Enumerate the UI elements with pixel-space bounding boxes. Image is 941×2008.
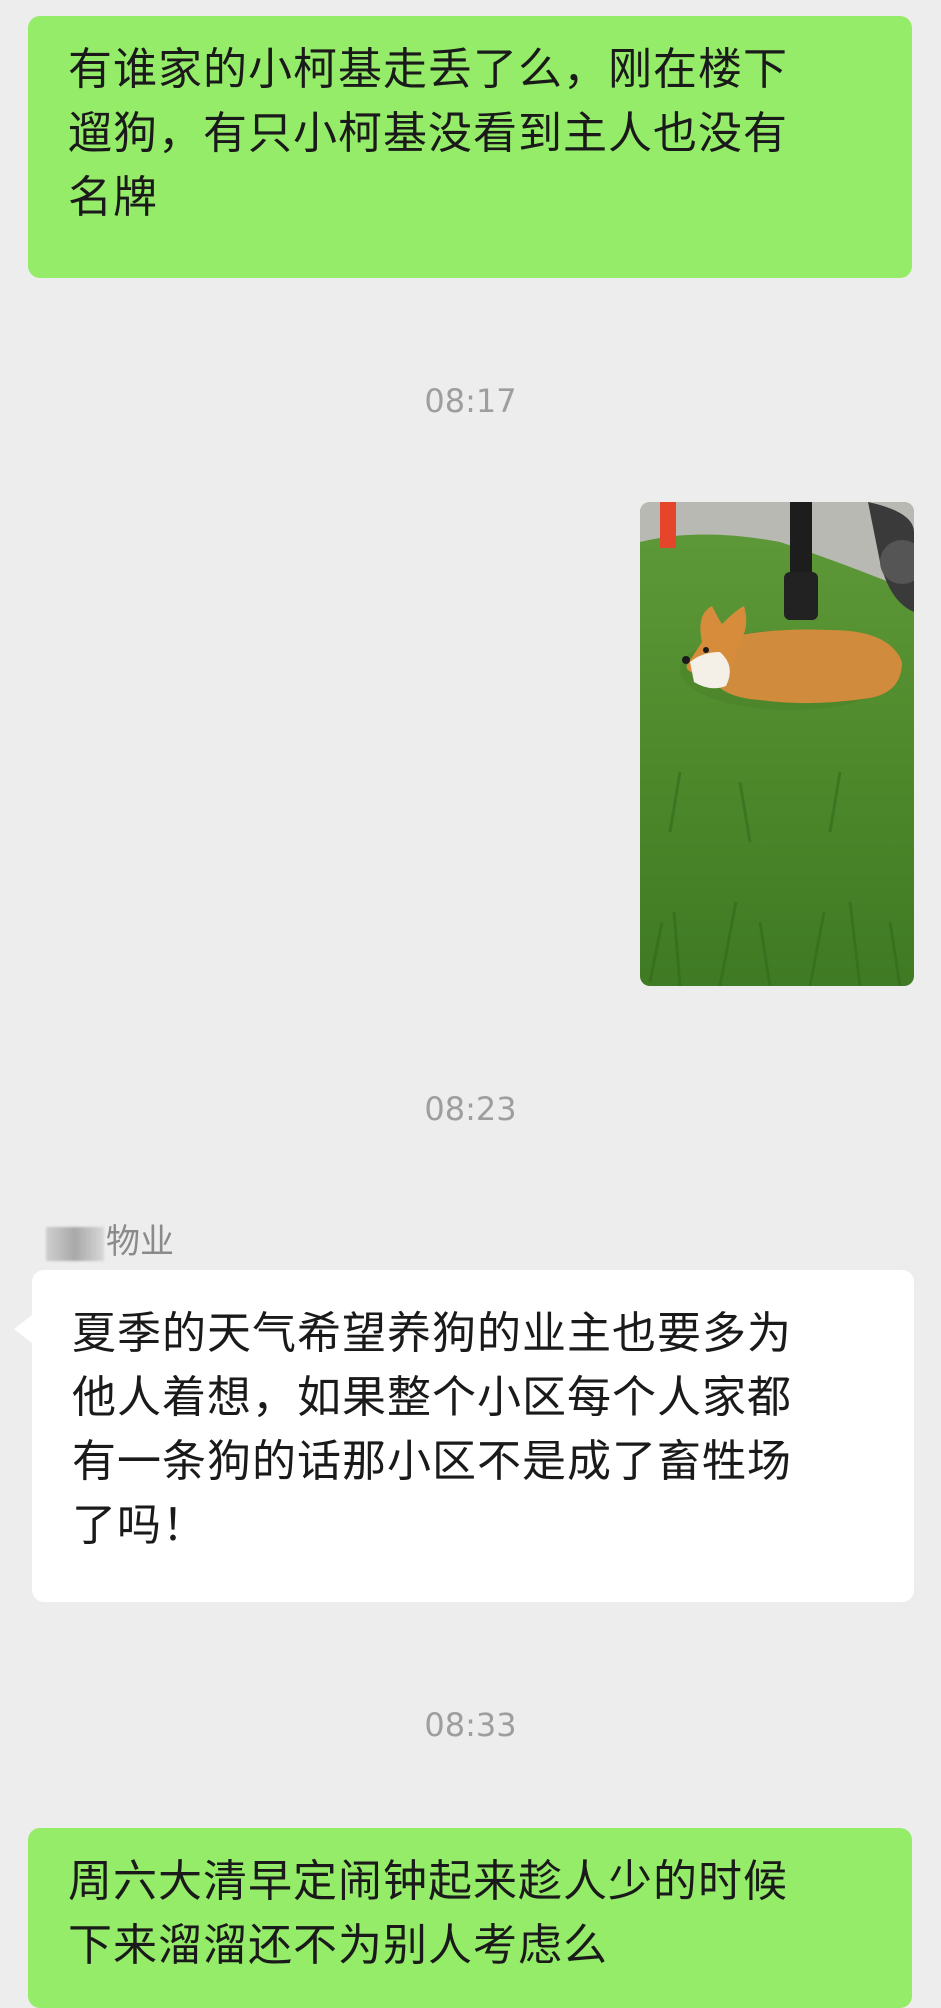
sender-name: 物业	[46, 1214, 174, 1263]
message-line: 下来溜溜还不为别人考虑么	[68, 1920, 608, 1971]
redacted-name-blur	[46, 1226, 104, 1261]
corgi-photo-message[interactable]	[640, 502, 914, 986]
message-bubble-sent[interactable]: 周六大清早定闹钟起来趁人少的时候 下来溜溜还不为别人考虑么	[28, 1828, 912, 2008]
message-line: 名牌	[68, 172, 158, 223]
message-line: 周六大清早定闹钟起来趁人少的时候	[68, 1856, 788, 1907]
message-line: 遛狗，有只小柯基没看到主人也没有	[68, 108, 788, 159]
message-line: 他人着想，如果整个小区每个人家都	[72, 1372, 792, 1423]
message-line: 有谁家的小柯基走丢了么，刚在楼下	[68, 44, 788, 95]
message-bubble-received[interactable]: 夏季的天气希望养狗的业主也要多为 他人着想，如果整个小区每个人家都 有一条狗的话…	[32, 1270, 914, 1602]
message-bubble-sent[interactable]: 有谁家的小柯基走丢了么，刚在楼下 遛狗，有只小柯基没看到主人也没有 名牌	[28, 16, 912, 278]
message-line: 夏季的天气希望养狗的业主也要多为	[72, 1308, 792, 1359]
timestamp: 08:17	[424, 382, 517, 420]
timestamp: 08:23	[424, 1090, 517, 1128]
message-line: 了吗！	[72, 1500, 207, 1551]
timestamp: 08:33	[424, 1706, 517, 1744]
bubble-tail	[14, 1315, 32, 1343]
message-line: 有一条狗的话那小区不是成了畜牲场	[72, 1436, 792, 1487]
photo-icon	[640, 502, 914, 986]
